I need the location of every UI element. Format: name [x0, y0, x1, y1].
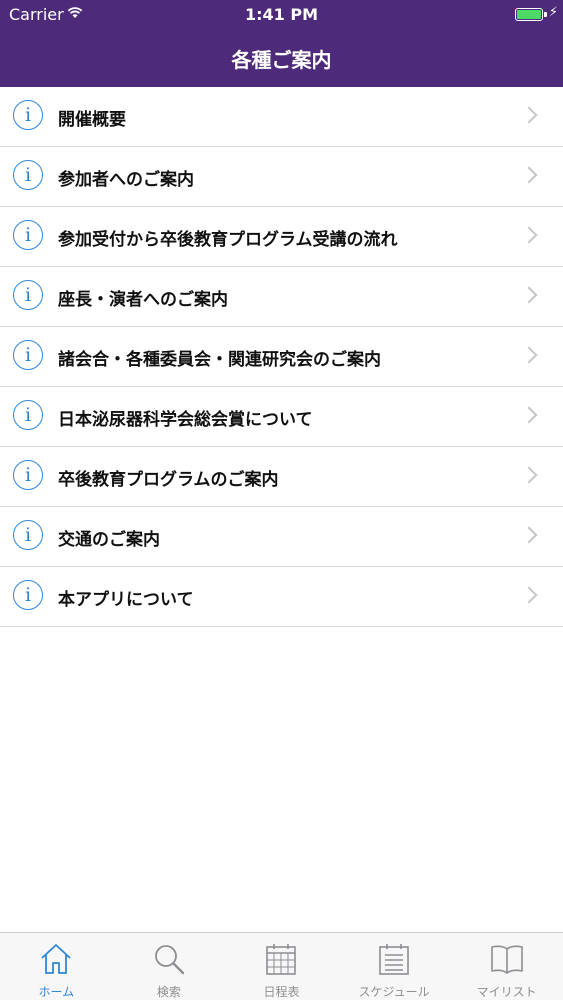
menu-item-award[interactable]: i 日本泌尿器科学会総会賞について [0, 387, 563, 447]
tab-label: ホーム [38, 985, 75, 999]
menu-item-label: 参加者へのご案内 [58, 170, 194, 190]
tab-mylist[interactable]: マイリスト [450, 933, 563, 1000]
navigation-bar: 各種ご案内 [0, 30, 563, 87]
battery-tip [544, 12, 547, 17]
tab-label: 日程表 [263, 985, 300, 999]
page-title: 各種ご案内 [231, 48, 332, 72]
tab-label: 検索 [156, 985, 181, 999]
tab-search[interactable]: 検索 [113, 933, 226, 1000]
search-icon [154, 945, 185, 975]
menu-item-label: 日本泌尿器科学会総会賞について [58, 410, 313, 430]
tab-bar: ホーム 検索 日程表 スケジュール マイリスト [0, 932, 563, 1000]
info-circle-icon: i [13, 400, 43, 430]
charging-bolt-icon: ⚡ [548, 5, 558, 20]
chevron-right-icon [520, 166, 538, 184]
menu-item-education-program[interactable]: i 卒後教育プログラムのご案内 [0, 447, 563, 507]
menu-item-chairs-speakers[interactable]: i 座長・演者へのご案内 [0, 267, 563, 327]
clock: 1:41 PM [244, 5, 318, 24]
menu-item-overview[interactable]: i 開催概要 [0, 87, 563, 147]
menu-item-label: 本アプリについて [58, 590, 194, 610]
menu-item-label: 参加受付から卒後教育プログラム受講の流れ [58, 230, 398, 250]
info-circle-icon: i [13, 100, 43, 130]
chevron-right-icon [520, 106, 538, 124]
chevron-right-icon [520, 406, 538, 424]
tab-schedule[interactable]: スケジュール [338, 933, 451, 1000]
info-menu-list: i 開催概要 i 参加者へのご案内 i 参加受付から卒後教育プログラム受講の流れ… [0, 87, 563, 627]
menu-item-label: 開催概要 [58, 110, 126, 130]
menu-item-participants[interactable]: i 参加者へのご案内 [0, 147, 563, 207]
book-icon [490, 945, 523, 974]
info-circle-icon: i [13, 280, 43, 310]
menu-item-label: 座長・演者へのご案内 [58, 290, 228, 310]
tab-timetable[interactable]: 日程表 [225, 933, 338, 1000]
menu-item-meetings-committees[interactable]: i 諸会合・各種委員会・関連研究会のご案内 [0, 327, 563, 387]
menu-item-about-app[interactable]: i 本アプリについて [0, 567, 563, 627]
chevron-right-icon [520, 226, 538, 244]
info-circle-icon: i [13, 220, 43, 250]
menu-item-label: 交通のご案内 [58, 530, 160, 550]
calendar-grid-icon [266, 944, 297, 975]
tab-label: マイリスト [476, 985, 537, 999]
status-bar: Carrier 1:41 PM ⚡ [0, 0, 563, 30]
home-icon [41, 944, 71, 974]
schedule-list-icon [379, 944, 409, 975]
tab-label: スケジュール [358, 985, 430, 999]
menu-item-access[interactable]: i 交通のご案内 [0, 507, 563, 567]
chevron-right-icon [520, 586, 538, 604]
menu-item-registration-flow[interactable]: i 参加受付から卒後教育プログラム受講の流れ [0, 207, 563, 267]
chevron-right-icon [520, 526, 538, 544]
chevron-right-icon [520, 466, 538, 484]
info-circle-icon: i [13, 460, 43, 490]
battery-icon [515, 8, 543, 21]
info-circle-icon: i [13, 160, 43, 190]
menu-item-label: 卒後教育プログラムのご案内 [58, 470, 279, 490]
info-circle-icon: i [13, 580, 43, 610]
info-circle-icon: i [13, 340, 43, 370]
chevron-right-icon [520, 346, 538, 364]
info-circle-icon: i [13, 520, 43, 550]
menu-item-label: 諸会合・各種委員会・関連研究会のご案内 [58, 350, 381, 370]
chevron-right-icon [520, 286, 538, 304]
tab-home[interactable]: ホーム [0, 933, 113, 1000]
